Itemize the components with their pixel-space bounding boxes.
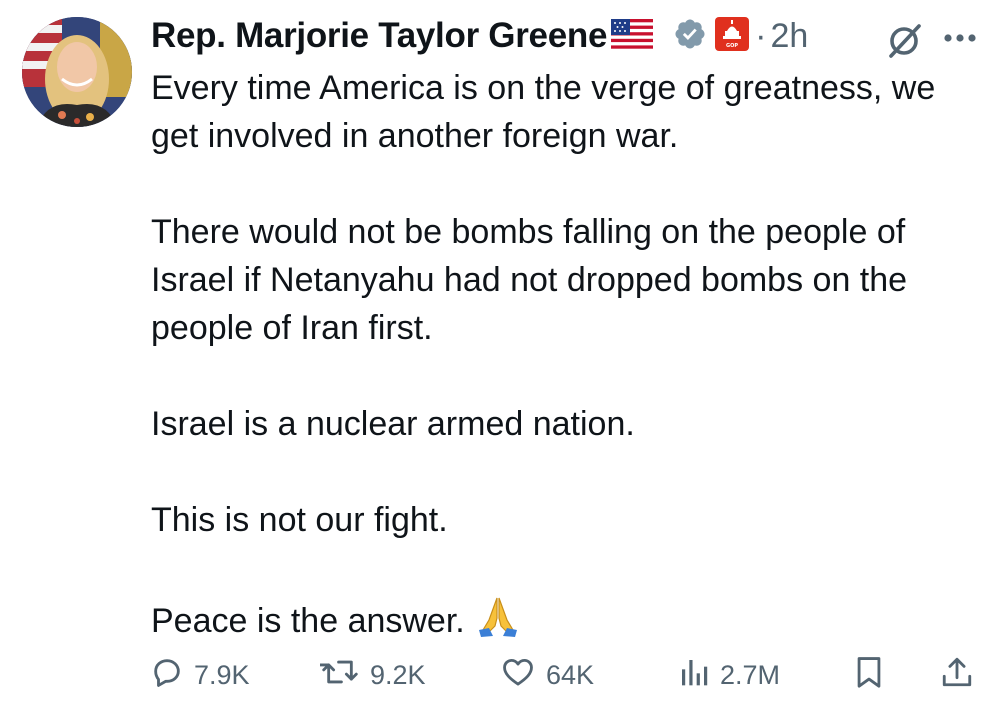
tweet-paragraph: This is not our fight. [151, 501, 448, 539]
tweet-paragraph-last: Peace is the answer. [151, 592, 986, 651]
reply-button[interactable]: 7.9K [150, 650, 250, 700]
flag-us-icon [611, 18, 654, 54]
tweet-paragraph: Israel is a nuclear armed nation. [151, 405, 635, 443]
repost-button[interactable]: 9.2K [318, 650, 426, 700]
like-count: 64K [546, 659, 595, 690]
timestamp[interactable]: 2h [770, 17, 808, 56]
repost-count: 9.2K [370, 659, 426, 690]
repost-icon [318, 655, 360, 696]
gop-badge-icon[interactable]: GOP [715, 16, 750, 56]
view-count: 2.7M [720, 659, 781, 690]
tweet-header: Rep. Marjorie Taylor Greene GOP · 2h [151, 10, 808, 62]
folded-hands-icon [475, 592, 521, 651]
like-button[interactable]: 64K [500, 650, 594, 700]
like-icon [500, 655, 536, 696]
share-icon [940, 654, 974, 697]
reply-icon [150, 655, 184, 696]
reply-count: 7.9K [194, 659, 250, 690]
tweet: Rep. Marjorie Taylor Greene GOP · 2h Eve… [0, 0, 1000, 722]
views-button[interactable]: 2.7M [678, 650, 780, 700]
grok-icon[interactable] [885, 20, 925, 65]
display-name[interactable]: Rep. Marjorie Taylor Greene [151, 16, 607, 56]
bookmark-icon [852, 654, 886, 697]
gop-badge-text: GOP [726, 43, 738, 49]
share-button[interactable] [940, 650, 974, 700]
verified-icon[interactable] [673, 17, 707, 56]
tweet-text: Every time America is on the verge of gr… [151, 64, 986, 651]
tweet-paragraph: There would not be bombs falling on the … [151, 213, 908, 347]
avatar[interactable] [22, 17, 132, 127]
tweet-actions: 7.9K 9.2K 64K 2.7M [0, 650, 1000, 700]
tweet-paragraph: Every time America is on the verge of gr… [151, 69, 936, 155]
bookmark-button[interactable] [852, 650, 886, 700]
avatar-photo [22, 17, 132, 127]
separator-dot: · [755, 16, 767, 55]
more-icon[interactable] [943, 30, 977, 48]
tweet-paragraph: Peace is the answer. [151, 602, 465, 640]
views-icon [678, 655, 710, 696]
